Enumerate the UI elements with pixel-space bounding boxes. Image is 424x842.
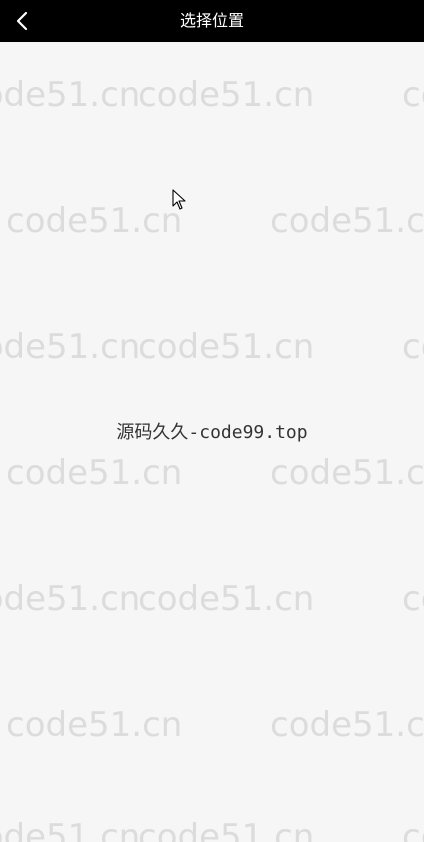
page-title: 选择位置: [179, 11, 244, 30]
map-content-area[interactable]: 源码久久-code99.top: [0, 42, 424, 842]
header-bar: 选择位置: [0, 0, 424, 42]
center-message: 源码久久-code99.top: [116, 422, 308, 443]
page: 选择位置 code51.cn code51.cn code51.cn code5…: [0, 0, 424, 842]
